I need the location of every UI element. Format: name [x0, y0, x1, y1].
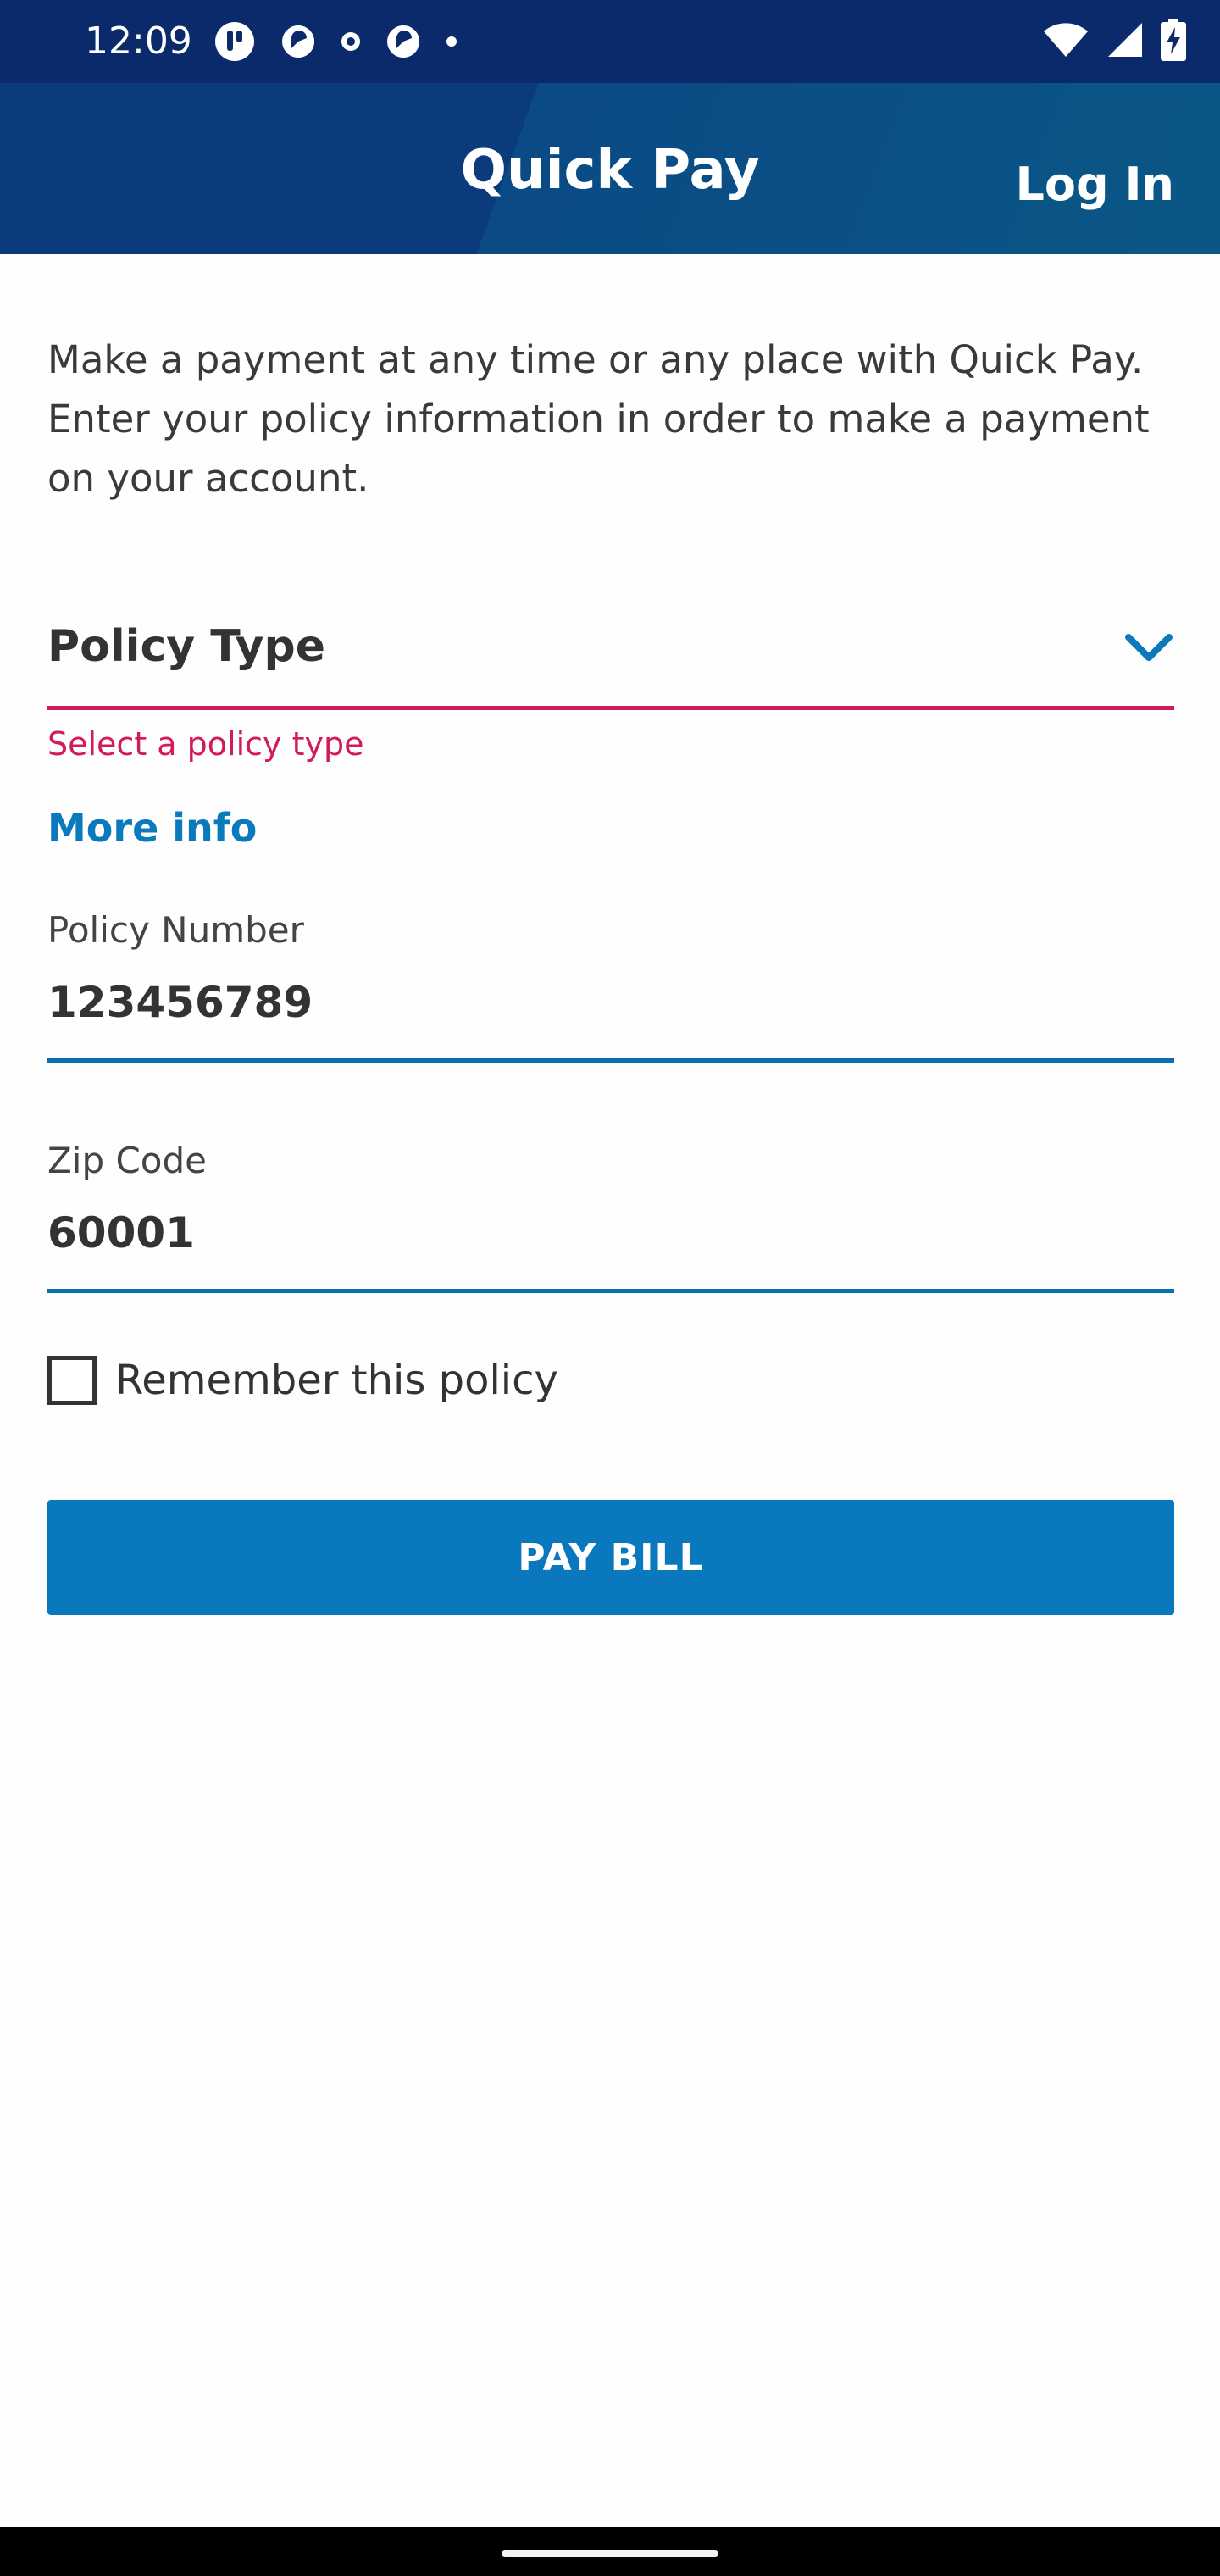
chevron-down-icon — [1125, 634, 1173, 661]
policy-number-field: Policy Number — [47, 898, 1174, 1063]
policy-type-error: Select a policy type — [47, 725, 364, 763]
battery-charging-icon — [1161, 18, 1186, 65]
policy-number-label: Policy Number — [47, 909, 304, 951]
page-title-text: Quick Pay — [460, 139, 760, 202]
pay-bill-button[interactable]: PAY BILL — [47, 1500, 1174, 1615]
system-icons — [1025, 18, 1186, 65]
zip-code-label: Zip Code — [47, 1140, 207, 1181]
remember-policy-row[interactable]: Remember this policy — [47, 1351, 558, 1410]
status-bar: 12:09 — [0, 0, 1220, 83]
policy-type-dropdown[interactable]: Policy Type — [47, 593, 1174, 710]
notification-app-icon — [214, 20, 256, 67]
app-bar: Quick Pay Log In — [0, 83, 1220, 254]
zip-code-input[interactable] — [47, 1196, 1174, 1269]
policy-number-input[interactable] — [47, 966, 1174, 1039]
gesture-nav-bar — [0, 2527, 1220, 2576]
wifi-icon — [1042, 21, 1090, 63]
login-button[interactable]: Log In — [1016, 154, 1175, 215]
more-info-link[interactable]: More info — [47, 798, 257, 858]
home-handle[interactable] — [502, 2550, 718, 2557]
notification-app-icon — [385, 23, 422, 64]
notification-app-icon — [280, 23, 317, 64]
remember-policy-checkbox[interactable] — [47, 1356, 97, 1405]
remember-policy-label: Remember this policy — [115, 1357, 558, 1404]
notification-icons — [214, 20, 481, 67]
cell-signal-icon — [1106, 21, 1144, 63]
status-time: 12:09 — [85, 19, 192, 63]
zip-code-field: Zip Code — [47, 1129, 1174, 1293]
intro-text: Make a payment at any time or any place … — [47, 337, 1150, 501]
notification-small-icon — [341, 31, 361, 56]
policy-type-label: Policy Type — [47, 621, 325, 672]
notification-dot-icon — [446, 36, 458, 52]
